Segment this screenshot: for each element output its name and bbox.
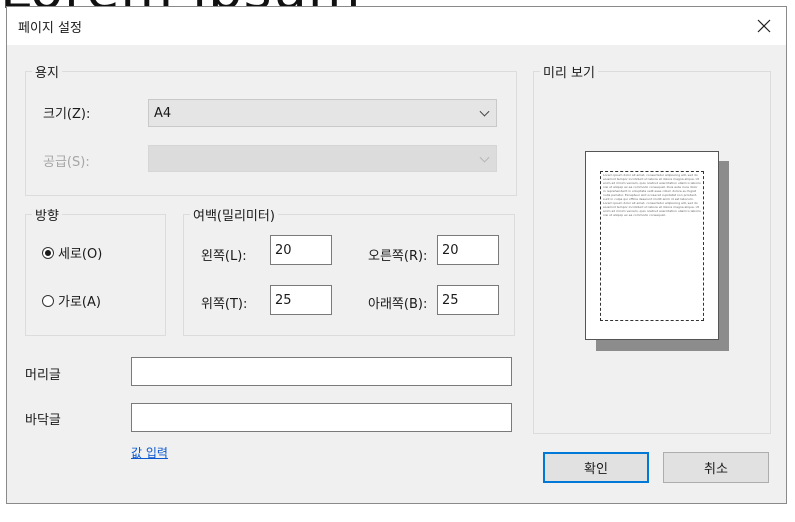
- radio-landscape[interactable]: 가로(A): [42, 291, 101, 310]
- dialog-title: 페이지 설정: [18, 21, 82, 36]
- radio-selected-icon: [42, 246, 54, 259]
- footer-input[interactable]: [131, 403, 512, 432]
- paper-group-legend: 용지: [35, 66, 59, 81]
- page-setup-dialog: 페이지 설정 용지 크기(Z): A4 공급(S): 방향 세로(O) 가로(A…: [6, 6, 787, 504]
- margin-top-value: 25: [275, 292, 292, 308]
- margin-right-label: 오른쪽(R):: [368, 249, 428, 264]
- margin-left-input[interactable]: 20: [270, 235, 332, 265]
- paper-size-value: A4: [154, 105, 172, 121]
- margin-left-value: 20: [275, 242, 292, 258]
- margin-right-input[interactable]: 20: [437, 235, 499, 265]
- margin-top-input[interactable]: 25: [270, 285, 332, 315]
- chevron-down-icon: [479, 106, 490, 117]
- chevron-down-icon: [479, 152, 490, 163]
- orientation-group: 방향: [25, 205, 166, 336]
- footer-label: 바닥글: [25, 413, 61, 428]
- preview-margin-box: Lorem ipsum dolor sit amet, consectetur …: [600, 171, 704, 321]
- header-label: 머리글: [25, 368, 61, 383]
- margin-left-label: 왼쪽(L):: [201, 249, 247, 264]
- radio-unselected-icon: [42, 294, 54, 307]
- paper-source-select[interactable]: [148, 145, 497, 172]
- preview-paper: Lorem ipsum dolor sit amet, consectetur …: [585, 151, 719, 340]
- radio-portrait-label: 세로(O): [58, 247, 103, 262]
- margin-top-label: 위쪽(T):: [201, 297, 248, 312]
- cancel-button[interactable]: 취소: [663, 452, 769, 483]
- close-button[interactable]: [742, 7, 786, 45]
- paper-source-label: 공급(S):: [43, 155, 90, 170]
- orientation-group-legend: 방향: [35, 209, 59, 224]
- title-bar: 페이지 설정: [7, 7, 786, 45]
- preview-group-legend: 미리 보기: [543, 66, 595, 81]
- cancel-button-label: 취소: [704, 462, 728, 477]
- margin-bottom-label: 아래쪽(B):: [368, 297, 428, 312]
- radio-portrait[interactable]: 세로(O): [42, 243, 102, 262]
- ok-button[interactable]: 확인: [543, 452, 649, 483]
- preview-sample-text: Lorem ipsum dolor sit amet, consectetur …: [603, 173, 702, 217]
- paper-group: 용지: [25, 62, 517, 196]
- margins-group: 여백(밀리미터): [183, 205, 515, 336]
- header-input[interactable]: [131, 357, 512, 386]
- margins-group-legend: 여백(밀리미터): [193, 209, 275, 224]
- paper-size-select[interactable]: A4: [148, 99, 497, 127]
- paper-size-label: 크기(Z):: [43, 107, 91, 122]
- enter-value-link[interactable]: 값 입력: [131, 444, 168, 461]
- close-icon: [757, 19, 771, 33]
- ok-button-label: 확인: [584, 462, 608, 477]
- margin-right-value: 20: [442, 242, 459, 258]
- margin-bottom-input[interactable]: 25: [437, 285, 499, 315]
- margin-bottom-value: 25: [442, 292, 459, 308]
- radio-landscape-label: 가로(A): [58, 295, 101, 310]
